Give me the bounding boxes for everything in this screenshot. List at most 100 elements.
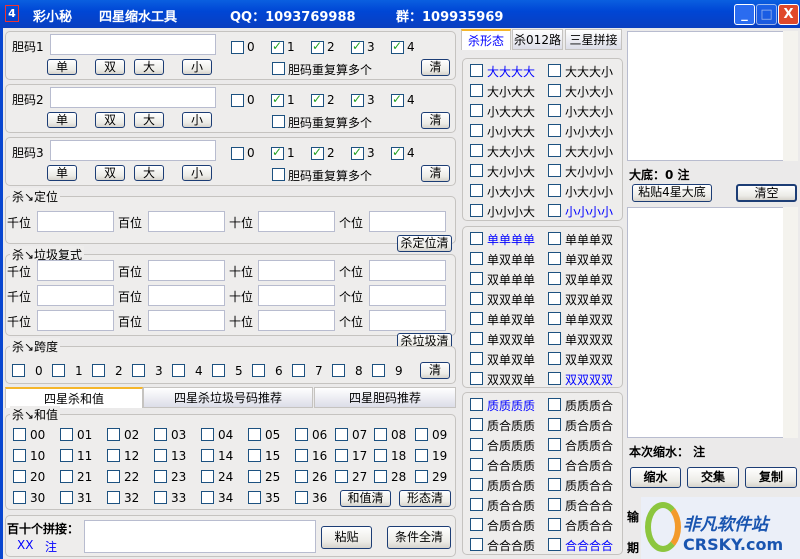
shape-checkbox[interactable] bbox=[548, 164, 561, 177]
garbage-input[interactable] bbox=[369, 310, 446, 331]
dan-small-button[interactable]: 小 bbox=[182, 59, 212, 75]
garbage-input[interactable] bbox=[37, 260, 114, 281]
position-input[interactable] bbox=[258, 211, 335, 232]
shape-checkbox[interactable] bbox=[470, 164, 483, 177]
sum-checkbox[interactable] bbox=[374, 449, 387, 462]
digit-checkbox[interactable] bbox=[351, 39, 364, 54]
sum-checkbox[interactable] bbox=[248, 428, 261, 441]
kill-position-clear-button[interactable]: 杀定位清 bbox=[397, 235, 452, 252]
shape-checkbox[interactable] bbox=[470, 518, 483, 531]
span-checkbox[interactable] bbox=[132, 364, 145, 377]
sum-checkbox[interactable] bbox=[335, 428, 348, 441]
digit-checkbox[interactable] bbox=[311, 39, 324, 54]
paste-base-button[interactable]: 粘贴4星大底 bbox=[632, 184, 712, 202]
garbage-input[interactable] bbox=[258, 260, 335, 281]
shape-checkbox[interactable] bbox=[548, 312, 561, 325]
digit-checkbox[interactable] bbox=[391, 92, 404, 107]
sum-checkbox[interactable] bbox=[295, 491, 308, 504]
shape-checkbox[interactable] bbox=[548, 272, 561, 285]
sum-checkbox[interactable] bbox=[154, 491, 167, 504]
dan-clear-button[interactable]: 清 bbox=[421, 165, 450, 182]
sum-checkbox[interactable] bbox=[60, 491, 73, 504]
garbage-input[interactable] bbox=[369, 260, 446, 281]
shape-checkbox[interactable] bbox=[548, 252, 561, 265]
span-checkbox[interactable] bbox=[52, 364, 65, 377]
sum-checkbox[interactable] bbox=[295, 449, 308, 462]
span-checkbox[interactable] bbox=[372, 364, 385, 377]
garbage-input[interactable] bbox=[37, 310, 114, 331]
shape-checkbox[interactable] bbox=[470, 104, 483, 117]
sum-checkbox[interactable] bbox=[107, 428, 120, 441]
digit-checkbox[interactable] bbox=[311, 145, 324, 160]
shape-checkbox[interactable] bbox=[470, 418, 483, 431]
shape-checkbox[interactable] bbox=[548, 332, 561, 345]
tab-kill-shape[interactable]: 杀形态 bbox=[461, 29, 511, 50]
dan-even-button[interactable]: 双 bbox=[95, 59, 125, 75]
tab-dan-recommend[interactable]: 四星胆码推荐 bbox=[314, 387, 456, 408]
sum-checkbox[interactable] bbox=[415, 428, 428, 441]
shape-checkbox[interactable] bbox=[470, 64, 483, 77]
sum-checkbox[interactable] bbox=[107, 449, 120, 462]
dan-even-button[interactable]: 双 bbox=[95, 112, 125, 128]
sum-checkbox[interactable] bbox=[415, 470, 428, 483]
garbage-input[interactable] bbox=[148, 310, 225, 331]
clear-button[interactable]: 清空 bbox=[736, 184, 797, 202]
sum-checkbox[interactable] bbox=[154, 428, 167, 441]
digit-checkbox[interactable] bbox=[311, 92, 324, 107]
sum-checkbox[interactable] bbox=[154, 470, 167, 483]
dan-small-button[interactable]: 小 bbox=[182, 165, 212, 181]
digit-checkbox[interactable] bbox=[271, 92, 284, 107]
shape-checkbox[interactable] bbox=[548, 438, 561, 451]
scrollbar[interactable] bbox=[783, 207, 798, 438]
sum-clear-button[interactable]: 和值清 bbox=[340, 490, 391, 507]
sum-checkbox[interactable] bbox=[335, 449, 348, 462]
digit-checkbox[interactable] bbox=[391, 39, 404, 54]
digit-checkbox[interactable] bbox=[351, 92, 364, 107]
shape-checkbox[interactable] bbox=[470, 332, 483, 345]
shape-checkbox[interactable] bbox=[470, 292, 483, 305]
dan-small-button[interactable]: 小 bbox=[182, 112, 212, 128]
shape-checkbox[interactable] bbox=[548, 144, 561, 157]
digit-checkbox[interactable] bbox=[351, 145, 364, 160]
digit-checkbox[interactable] bbox=[231, 94, 244, 107]
splice-textarea[interactable] bbox=[84, 520, 316, 553]
dan-input[interactable] bbox=[50, 140, 216, 161]
tab-kill-012[interactable]: 杀012路 bbox=[512, 29, 563, 50]
digit-checkbox[interactable] bbox=[271, 145, 284, 160]
sum-checkbox[interactable] bbox=[248, 470, 261, 483]
position-input[interactable] bbox=[148, 211, 225, 232]
sum-checkbox[interactable] bbox=[201, 449, 214, 462]
sum-checkbox[interactable] bbox=[13, 449, 26, 462]
tab-garbage-recommend[interactable]: 四星杀垃圾号码推荐 bbox=[143, 387, 313, 408]
shape-checkbox[interactable] bbox=[548, 292, 561, 305]
digit-checkbox[interactable] bbox=[391, 145, 404, 160]
sum-checkbox[interactable] bbox=[13, 470, 26, 483]
dan-clear-button[interactable]: 清 bbox=[421, 59, 450, 76]
sum-checkbox[interactable] bbox=[13, 491, 26, 504]
dan-input[interactable] bbox=[50, 34, 216, 55]
dan-big-button[interactable]: 大 bbox=[134, 59, 164, 75]
span-checkbox[interactable] bbox=[332, 364, 345, 377]
digit-checkbox[interactable] bbox=[231, 41, 244, 54]
shape-checkbox[interactable] bbox=[548, 232, 561, 245]
paste-button[interactable]: 粘贴 bbox=[321, 526, 372, 549]
digit-checkbox[interactable] bbox=[231, 147, 244, 160]
sum-checkbox[interactable] bbox=[201, 470, 214, 483]
garbage-input[interactable] bbox=[258, 310, 335, 331]
sum-checkbox[interactable] bbox=[201, 491, 214, 504]
shape-checkbox[interactable] bbox=[470, 438, 483, 451]
base-textarea[interactable] bbox=[627, 31, 798, 161]
shape-checkbox[interactable] bbox=[470, 312, 483, 325]
tab-three-star-splice[interactable]: 三星拼接 bbox=[565, 29, 622, 50]
garbage-input[interactable] bbox=[37, 285, 114, 306]
shape-checkbox[interactable] bbox=[470, 272, 483, 285]
sum-checkbox[interactable] bbox=[374, 428, 387, 441]
dan-big-button[interactable]: 大 bbox=[134, 112, 164, 128]
sum-checkbox[interactable] bbox=[415, 449, 428, 462]
sum-checkbox[interactable] bbox=[295, 428, 308, 441]
scrollbar[interactable] bbox=[783, 31, 798, 161]
dan-big-button[interactable]: 大 bbox=[134, 165, 164, 181]
shape-checkbox[interactable] bbox=[548, 372, 561, 385]
kill-span-clear-button[interactable]: 清 bbox=[420, 362, 450, 379]
shape-checkbox[interactable] bbox=[548, 204, 561, 217]
